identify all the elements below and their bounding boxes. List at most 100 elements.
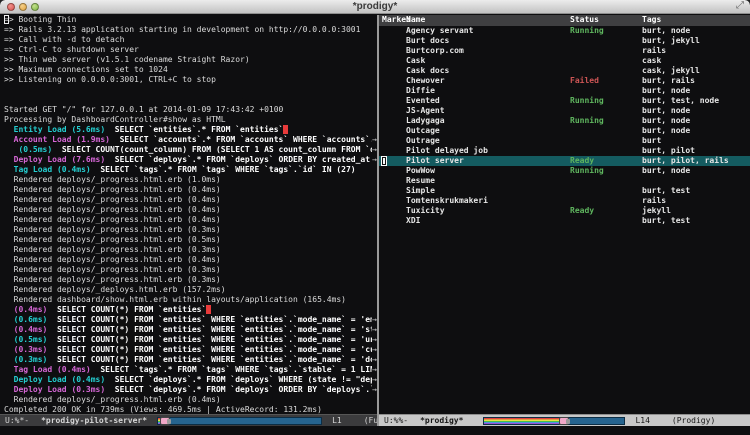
service-row[interactable]: LadygagaRunningburt, node [379,116,750,126]
nyan-rainbow-icon [484,418,564,424]
marked-cell [382,66,406,76]
log-line: => Call with -d to detach [4,35,377,45]
log-line: Rendered deploys/_progress.html.erb (1.0… [4,175,377,185]
status-badge [570,66,642,76]
truncation-arrow-icon: → [372,325,377,335]
service-row[interactable]: TuxicityReadyjekyll [379,206,750,216]
service-row[interactable]: Cask docs cask, jekyll [379,66,750,76]
service-row[interactable]: Burt docsburt, jekyll [379,36,750,46]
service-row[interactable]: ChewoverFailedburt, rails [379,76,750,86]
marked-cell [382,26,406,36]
log-line: Deploy Load (7.6ms) SELECT `deploys`.* F… [4,155,377,165]
marked-cell [382,56,406,66]
right-modeline-flags: U:%%- [384,415,408,427]
left-nyan-bar [157,417,322,425]
service-row[interactable]: JS-Agentburt, node [379,106,750,116]
log-line: => Booting Thin [4,15,377,25]
log-line: >> Thin web server (v1.5.1 codename Stra… [4,55,377,65]
service-row[interactable]: Diffieburt, node [379,86,750,96]
right-modeline: U:%%- *prodigy* L14 (Prodigy) [379,414,750,426]
marked-cell [382,206,406,216]
log-line: Rendered deploys/_deploys.html.erb (157.… [4,285,377,295]
service-row[interactable]: Outrage burt [379,136,750,146]
nyan-cat-icon [160,417,170,425]
service-tags: burt, jekyll [642,36,750,46]
log-line: Processing by DashboardController#show a… [4,115,377,125]
prodigy-pane[interactable]: Marked Name Status Tags Agency servantRu… [379,15,750,426]
service-name: Pilot delayed job [406,146,570,156]
log-pane[interactable]: => Booting Thin=> Rails 3.2.13 applicati… [0,15,377,426]
service-name: Cask [406,56,570,66]
service-row[interactable]: Simpleburt, test [379,186,750,196]
service-name: Evented [406,96,570,106]
marked-cell [382,126,406,136]
log-line: Rendered deploys/_progress.html.erb (0.3… [4,265,377,275]
status-badge [570,216,642,226]
service-row[interactable]: XDIburt, test [379,216,750,226]
table-header: Marked Name Status Tags [379,15,750,26]
service-row[interactable]: Burtcorp.comrails [379,46,750,56]
service-row[interactable]: Pilot serverReadyburt, pilot, rails [379,156,750,166]
service-row[interactable]: Tomtenskrukmakerirails [379,196,750,206]
service-tags: burt, node [642,106,750,116]
cursor-block [381,156,387,166]
service-name: Pilot server [406,156,570,166]
service-row[interactable]: Pilot delayed jobburt, pilot [379,146,750,156]
truncation-arrow-icon: → [372,135,377,145]
service-row[interactable]: PowWowRunningburt, node [379,166,750,176]
truncation-arrow-icon: → [372,345,377,355]
frame-content: => Booting Thin=> Rails 3.2.13 applicati… [0,15,750,426]
log-line: => Ctrl-C to shutdown server [4,45,377,55]
truncation-arrow-icon: → [372,355,377,365]
service-tags: burt, node [642,166,750,176]
titlebar[interactable]: *prodigy* ⤢ [0,0,750,14]
status-badge: Failed [570,76,642,86]
left-modeline: U:%*- *prodigy-pilot-server* L1 (Fundame… [0,414,377,426]
header-name: Name [406,15,570,26]
service-tags: burt [642,136,750,146]
service-tags: burt, rails [642,76,750,86]
fullscreen-icon[interactable]: ⤢ [736,0,744,11]
log-line: Account Load (1.9ms) SELECT `accounts`.*… [4,135,377,145]
status-badge [570,86,642,96]
marked-cell [382,76,406,86]
marked-cell [382,36,406,46]
log-line: Completed 200 OK in 739ms (Views: 469.5m… [4,405,377,414]
marked-cell [382,216,406,226]
log-line: Entity Load (5.6ms) SELECT `entities`.* … [4,125,377,135]
service-row[interactable]: EventedRunningburt, test, node [379,96,750,106]
status-badge [570,176,642,186]
status-badge [570,146,642,156]
header-status: Status [570,15,642,26]
truncation-arrow-icon: → [372,385,377,395]
service-tags: burt, node [642,126,750,136]
log-line: (0.6ms) SELECT COUNT(*) FROM `entities` … [4,315,377,325]
service-name: Outcage [406,126,570,136]
service-name: Cask docs [406,66,570,76]
right-major-mode: (Prodigy) [672,415,715,427]
service-tags: burt, test [642,186,750,196]
trailing-whitespace-marker [283,125,288,134]
marked-cell [382,166,406,176]
truncation-arrow-icon: → [372,375,377,385]
service-name: Diffie [406,86,570,96]
minibuffer[interactable] [0,426,750,435]
marked-cell [382,146,406,156]
log-line: Started GET "/" for 127.0.0.1 at 2014-01… [4,105,377,115]
marked-cell [382,176,406,186]
log-line: Rendered deploys/_progress.html.erb (0.3… [4,245,377,255]
service-list: Agency servantRunningburt, nodeBurt docs… [379,26,750,414]
truncation-arrow-icon: → [372,335,377,345]
service-row[interactable]: Outcage burt, node [379,126,750,136]
status-badge [570,56,642,66]
right-buffer-name: *prodigy* [420,415,463,427]
service-row[interactable]: Agency servantRunningburt, node [379,26,750,36]
service-name: Outrage [406,136,570,146]
service-tags: cask, jekyll [642,66,750,76]
status-badge: Running [570,96,642,106]
service-row[interactable]: Caskcask [379,56,750,66]
status-badge: Ready [570,156,642,166]
service-row[interactable]: Resume [379,176,750,186]
status-badge: Running [570,26,642,36]
truncation-arrow-icon: → [372,145,377,155]
